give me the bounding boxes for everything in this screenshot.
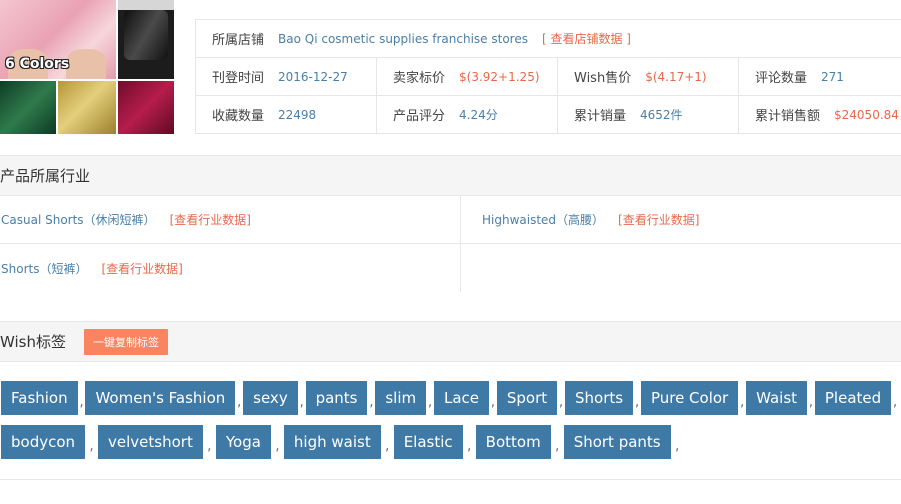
info-row-3: 收藏数量 22498 产品评分 4.24分 累计销量 4652件 累计销售额 $… [195, 96, 901, 134]
info-row-2: 刊登时间 2016-12-27 卖家标价 $(3.92+1.25) Wish售价… [195, 58, 901, 96]
industry-row-1: Casual Shorts（休闲短裤） [查看行业数据] Highwaisted… [0, 196, 901, 244]
tag-separator: , [79, 394, 84, 410]
tag-separator: , [559, 394, 564, 410]
seller-price-label: 卖家标价 [393, 71, 446, 86]
tag-separator: , [427, 394, 433, 410]
product-variant-green [0, 81, 56, 134]
industry-section-header: 产品所属行业 [0, 155, 901, 196]
industry-section-title: 产品所属行业 [0, 167, 91, 185]
industry-grid: Casual Shorts（休闲短裤） [查看行业数据] Highwaisted… [0, 196, 901, 292]
tag-separator: , [89, 438, 94, 454]
sales-label: 累计销量 [574, 109, 627, 124]
seller-price-value: $(3.92+1.25) [459, 69, 540, 84]
tag-separator: , [675, 438, 680, 454]
wish-tag[interactable]: Pleated [814, 381, 892, 415]
tag-separator: , [740, 394, 745, 410]
tag-separator: , [490, 394, 495, 410]
product-variant-wine [118, 81, 174, 134]
revenue-cell: 累计销售额 $24050.84 [739, 96, 901, 133]
wish-tag[interactable]: Sport [496, 381, 558, 415]
wish-tag[interactable]: Elastic [393, 425, 463, 459]
view-industry-data-link[interactable]: [查看行业数据] [101, 260, 182, 277]
industry-row-2: Shorts（短裤） [查看行业数据] [0, 244, 901, 292]
store-label: 所属店铺 [212, 33, 265, 48]
industry-item-casual-shorts: Casual Shorts（休闲短裤） [查看行业数据] [0, 196, 461, 243]
tag-row-1: Fashion, Women's Fashion, sexy, pants, slim,… [1, 381, 899, 415]
wish-tag[interactable]: Waist [746, 381, 808, 415]
wish-tag[interactable]: Bottom [475, 425, 551, 459]
industry-name[interactable]: Highwaisted（高腰） [482, 211, 604, 228]
listed-label: 刊登时间 [212, 71, 265, 86]
bottom-divider [0, 479, 901, 480]
wish-tag[interactable]: Women's Fashion [85, 381, 236, 415]
industry-empty-cell [461, 244, 901, 292]
wish-tag[interactable]: slim [375, 381, 427, 415]
wish-price-value: $(4.17+1) [645, 69, 707, 84]
reviews-label: 评论数量 [755, 71, 808, 86]
industry-name[interactable]: Shorts（短裤） [1, 260, 87, 277]
wish-tags-header: Wish标签 一键复制标签 [0, 321, 901, 362]
tag-row-2: bodycon, velvetshort, Yoga, high waist, Elas… [1, 425, 899, 459]
tag-separator: , [369, 394, 374, 410]
product-variant-gold [58, 81, 116, 134]
favorites-value: 22498 [278, 107, 317, 122]
tag-separator: , [808, 394, 814, 410]
copy-tags-button[interactable]: 一键复制标签 [84, 328, 168, 355]
product-info-table: 所属店铺 Bao Qi cosmetic supplies franchise … [195, 19, 901, 134]
reviews-cell: 评论数量 271 [739, 58, 901, 95]
industry-item-shorts: Shorts（短裤） [查看行业数据] [0, 244, 461, 292]
product-image[interactable]: 6 Colors [0, 0, 174, 134]
store-row: 所属店铺 Bao Qi cosmetic supplies franchise … [195, 20, 901, 58]
tag-separator: , [634, 394, 640, 410]
seller-price-cell: 卖家标价 $(3.92+1.25) [377, 58, 558, 95]
wish-tag[interactable]: Yoga [215, 425, 271, 459]
tag-separator: , [893, 394, 898, 410]
wish-tag[interactable]: pants [305, 381, 368, 415]
tag-separator: , [467, 438, 472, 454]
revenue-label: 累计销售额 [755, 109, 821, 124]
rating-cell: 产品评分 4.24分 [377, 96, 558, 133]
wish-tags-list: Fashion, Women's Fashion, sexy, pants, slim,… [1, 381, 899, 469]
wish-tag[interactable]: high waist [283, 425, 381, 459]
product-variant-black [118, 0, 174, 79]
wish-tag[interactable]: Short pants [563, 425, 671, 459]
reviews-value: 271 [821, 69, 844, 84]
tag-separator: , [555, 438, 560, 454]
industry-item-highwaisted: Highwaisted（高腰） [查看行业数据] [461, 196, 901, 243]
store-name-link[interactable]: Bao Qi cosmetic supplies franchise store… [278, 32, 528, 46]
revenue-value: $24050.84 [834, 107, 899, 122]
tag-separator: , [275, 438, 280, 454]
colors-count-label: 6 Colors [5, 56, 70, 72]
tag-separator: , [299, 394, 304, 410]
wish-tag[interactable]: Fashion [1, 381, 78, 415]
view-industry-data-link[interactable]: [查看行业数据] [170, 211, 251, 228]
rating-value: 4.24分 [459, 108, 498, 122]
wish-tag[interactable]: bodycon [1, 425, 86, 459]
tag-separator: , [237, 394, 242, 410]
wish-tag[interactable]: Pure Color [640, 381, 739, 415]
wish-price-cell: Wish售价 $(4.17+1) [558, 58, 739, 95]
industry-name[interactable]: Casual Shorts（休闲短裤） [1, 211, 156, 228]
sales-value: 4652件 [640, 108, 683, 122]
view-store-data-link[interactable]: [ 查看店铺数据 ] [542, 30, 631, 47]
wish-tags-title: Wish标签 [0, 333, 66, 351]
wish-tag[interactable]: sexy [243, 381, 298, 415]
listed-cell: 刊登时间 2016-12-27 [196, 58, 377, 95]
rating-label: 产品评分 [393, 109, 446, 124]
listed-value: 2016-12-27 [278, 69, 348, 84]
wish-tag[interactable]: velvetshort [98, 425, 203, 459]
tag-separator: , [207, 438, 212, 454]
favorites-cell: 收藏数量 22498 [196, 96, 377, 133]
wish-price-label: Wish售价 [574, 71, 632, 86]
wish-tag[interactable]: Lace [433, 381, 489, 415]
wish-tag[interactable]: Shorts [565, 381, 634, 415]
tag-separator: , [385, 438, 390, 454]
store-cell: 所属店铺 Bao Qi cosmetic supplies franchise … [196, 20, 901, 57]
sales-cell: 累计销量 4652件 [558, 96, 739, 133]
favorites-label: 收藏数量 [212, 109, 265, 124]
view-industry-data-link[interactable]: [查看行业数据] [618, 211, 699, 228]
